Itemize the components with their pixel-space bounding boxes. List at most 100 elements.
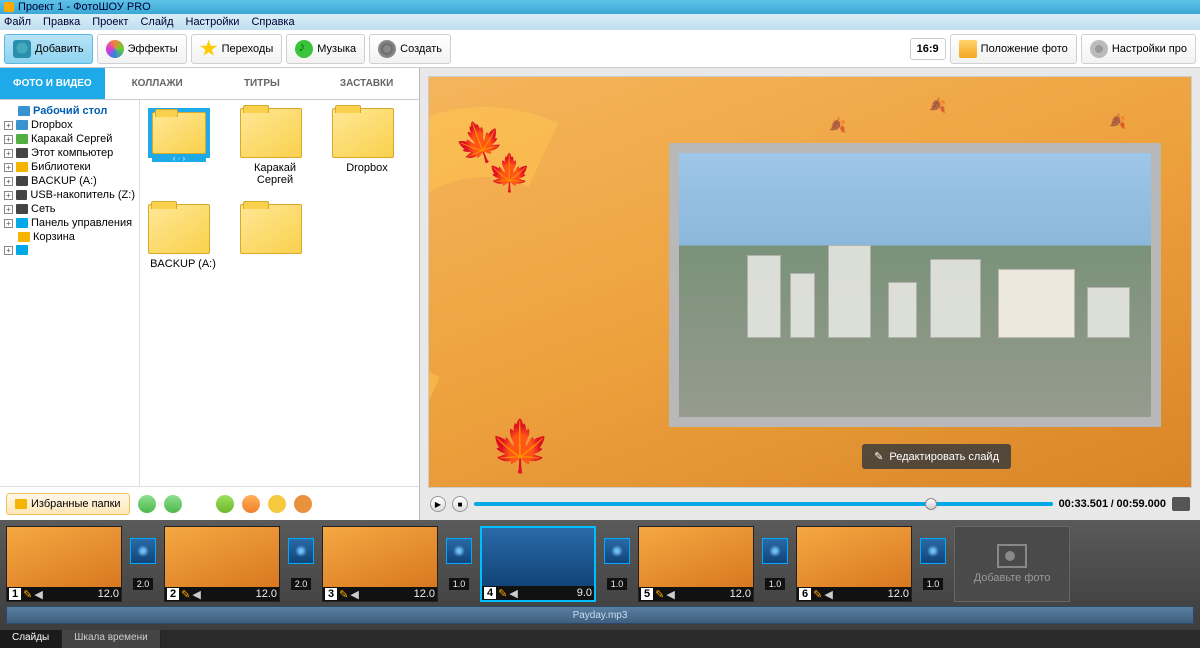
- nav-down-icon[interactable]: [216, 495, 234, 513]
- expand-icon[interactable]: +: [4, 135, 13, 144]
- favorite-folders-button[interactable]: Избранные папки: [6, 493, 130, 515]
- snapshot-icon[interactable]: [1172, 497, 1190, 511]
- preview-canvas[interactable]: 🍁 🍁 🍁 🍂 🍂 🍂 ✎Редактировать слайд: [428, 76, 1192, 488]
- tree-item[interactable]: +USB-накопитель (Z:): [2, 188, 137, 202]
- edit-slide-button[interactable]: ✎Редактировать слайд: [862, 444, 1011, 469]
- nav-forward-icon[interactable]: [164, 495, 182, 513]
- folder-icon: [16, 204, 28, 214]
- transition[interactable]: 2.0: [284, 526, 318, 602]
- tree-item[interactable]: +BACKUP (A:): [2, 174, 137, 188]
- audio-track[interactable]: Payday.mp3: [6, 606, 1194, 624]
- tab-slides[interactable]: Слайды: [0, 630, 62, 648]
- menu-help[interactable]: Справка: [251, 16, 294, 28]
- menu-edit[interactable]: Правка: [43, 16, 80, 28]
- pencil-icon[interactable]: ✎: [339, 588, 348, 601]
- play-button[interactable]: ▶: [430, 496, 446, 512]
- menu-settings[interactable]: Настройки: [186, 16, 240, 28]
- transitions-label: Переходы: [222, 43, 274, 55]
- timeline-slide[interactable]: 6✎◀12.0: [796, 526, 912, 602]
- tree-item[interactable]: +: [2, 244, 137, 256]
- folder-thumbnail[interactable]: Dropbox: [332, 108, 402, 186]
- stop-button[interactable]: ■: [452, 496, 468, 512]
- folder-thumbnail[interactable]: Каракай Сергей: [240, 108, 310, 186]
- transition[interactable]: 1.0: [758, 526, 792, 602]
- menu-file[interactable]: Файл: [4, 16, 31, 28]
- expand-icon[interactable]: +: [4, 246, 13, 255]
- pencil-icon[interactable]: ✎: [181, 588, 190, 601]
- pencil-icon[interactable]: ✎: [498, 587, 507, 600]
- sound-icon[interactable]: ◀: [824, 588, 832, 601]
- tree-item[interactable]: +Сеть: [2, 202, 137, 216]
- expand-icon[interactable]: +: [4, 163, 13, 172]
- effects-button[interactable]: Эффекты: [97, 34, 187, 64]
- add-button[interactable]: Добавить: [4, 34, 93, 64]
- timeline-slide[interactable]: 1✎◀12.0: [6, 526, 122, 602]
- transition[interactable]: 2.0: [126, 526, 160, 602]
- folder-thumbnail[interactable]: ‹ · ›: [148, 108, 218, 186]
- editslide-label: Редактировать слайд: [889, 451, 999, 463]
- tab-collages[interactable]: КОЛЛАЖИ: [105, 68, 210, 99]
- aspect-ratio[interactable]: 16:9: [910, 38, 946, 60]
- tree-item[interactable]: Рабочий стол: [2, 104, 137, 118]
- transition[interactable]: 1.0: [600, 526, 634, 602]
- nav-back-icon[interactable]: [138, 495, 156, 513]
- tree-item[interactable]: +Этот компьютер: [2, 146, 137, 160]
- timeline-strip[interactable]: 1✎◀12.02.02✎◀12.02.03✎◀12.01.04✎◀9.01.05…: [6, 526, 1194, 602]
- slide-footer: 1✎◀12.0: [7, 587, 121, 601]
- folder-tree[interactable]: Рабочий стол+Dropbox+Каракай Сергей+Этот…: [0, 100, 140, 486]
- tree-item[interactable]: +Библиотеки: [2, 160, 137, 174]
- folder-icon: [16, 148, 28, 158]
- timeline-slide[interactable]: 4✎◀9.0: [480, 526, 596, 602]
- folder-thumbnails[interactable]: ‹ · › Каракай Сергей Dropbox BACKUP (A:): [140, 100, 419, 486]
- bottom-tabs: Слайды Шкала времени: [0, 630, 1200, 648]
- tab-splash[interactable]: ЗАСТАВКИ: [314, 68, 419, 99]
- sound-icon[interactable]: ◀: [350, 588, 358, 601]
- menu-slide[interactable]: Слайд: [140, 16, 173, 28]
- timeline-slide[interactable]: 2✎◀12.0: [164, 526, 280, 602]
- transitions-button[interactable]: Переходы: [191, 34, 283, 64]
- tree-item[interactable]: +Dropbox: [2, 118, 137, 132]
- folder-icon: [15, 499, 27, 509]
- tab-photo-video[interactable]: ФОТО И ВИДЕО: [0, 68, 105, 99]
- seek-bar[interactable]: [474, 502, 1053, 506]
- transition[interactable]: 1.0: [916, 526, 950, 602]
- music-button[interactable]: Музыка: [286, 34, 365, 64]
- create-button[interactable]: Создать: [369, 34, 451, 64]
- position-icon: [959, 40, 977, 58]
- nav-folder2-icon[interactable]: [294, 495, 312, 513]
- transition[interactable]: 1.0: [442, 526, 476, 602]
- folder-thumbnail[interactable]: BACKUP (A:): [148, 204, 218, 270]
- expand-icon[interactable]: +: [4, 177, 13, 186]
- sound-icon[interactable]: ◀: [509, 587, 517, 600]
- expand-icon[interactable]: +: [4, 149, 13, 158]
- add-slide-button[interactable]: Добавьте фото: [954, 526, 1070, 602]
- sound-icon[interactable]: ◀: [192, 588, 200, 601]
- expand-icon[interactable]: +: [4, 205, 13, 214]
- tree-item[interactable]: +Каракай Сергей: [2, 132, 137, 146]
- expand-icon[interactable]: +: [4, 219, 13, 228]
- pencil-icon[interactable]: ✎: [813, 588, 822, 601]
- photo-frame[interactable]: [669, 143, 1161, 427]
- timeline-slide[interactable]: 3✎◀12.0: [322, 526, 438, 602]
- image-icon: [997, 544, 1027, 568]
- pencil-icon[interactable]: ✎: [655, 588, 664, 601]
- tree-item[interactable]: +Панель управления: [2, 216, 137, 230]
- pencil-icon[interactable]: ✎: [23, 588, 32, 601]
- tab-timeline[interactable]: Шкала времени: [62, 630, 160, 648]
- tree-item[interactable]: Корзина: [2, 230, 137, 244]
- tab-titles[interactable]: ТИТРЫ: [210, 68, 315, 99]
- folder-thumbnail[interactable]: [240, 204, 310, 270]
- music-label: Музыка: [317, 43, 356, 55]
- project-settings-button[interactable]: Настройки про: [1081, 34, 1196, 64]
- slide-duration: 12.0: [98, 588, 119, 600]
- timeline-slide[interactable]: 5✎◀12.0: [638, 526, 754, 602]
- sound-icon[interactable]: ◀: [666, 588, 674, 601]
- sound-icon[interactable]: ◀: [34, 588, 42, 601]
- photo-position-button[interactable]: Положение фото: [950, 34, 1077, 64]
- expand-icon[interactable]: +: [4, 121, 13, 130]
- nav-home-icon[interactable]: [242, 495, 260, 513]
- nav-folder-icon[interactable]: [268, 495, 286, 513]
- menu-project[interactable]: Проект: [92, 16, 128, 28]
- seek-knob[interactable]: [925, 498, 937, 510]
- expand-icon[interactable]: +: [4, 191, 13, 200]
